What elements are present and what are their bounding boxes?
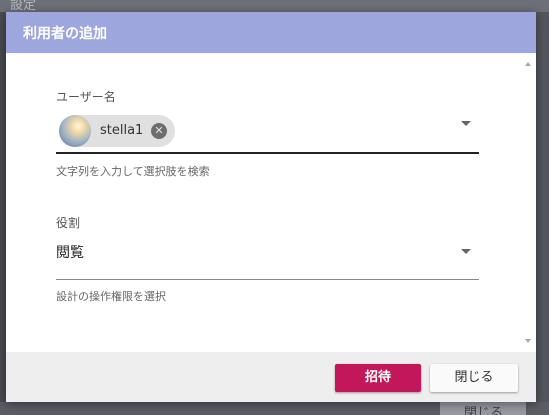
role-select-underline [56, 279, 479, 280]
background-header: 設定 [0, 0, 549, 12]
background-side [536, 12, 549, 402]
dialog-header: 利用者の追加 [6, 12, 536, 53]
avatar [59, 115, 91, 147]
user-chip[interactable]: stella1 ✕ [59, 115, 175, 147]
close-button[interactable]: 閉じる [430, 364, 518, 392]
scroll-down-arrow-icon[interactable] [525, 339, 531, 343]
background-close-label: 閉じる [464, 406, 504, 415]
username-hint: 文字列を入力して選択肢を検索 [56, 165, 210, 178]
scroll-up-arrow-icon[interactable] [525, 62, 531, 66]
add-user-dialog: 利用者の追加 ユーザー名 stella1 ✕ 文字列を入力して選択肢を検索 役割… [6, 12, 536, 402]
dialog-title: 利用者の追加 [23, 26, 107, 42]
dialog-footer: 招待 閉じる [6, 352, 536, 402]
dialog-scrollbar[interactable] [522, 53, 536, 352]
username-label: ユーザー名 [56, 90, 116, 104]
role-label: 役割 [56, 216, 81, 230]
invite-button[interactable]: 招待 [335, 364, 421, 392]
role-caret-down-icon[interactable] [461, 249, 471, 254]
user-chip-label: stella1 [100, 123, 144, 138]
username-input[interactable] [56, 152, 479, 154]
background-title: 設定 [10, 0, 37, 12]
username-caret-down-icon[interactable] [461, 121, 471, 126]
close-circle-icon[interactable]: ✕ [151, 123, 167, 139]
role-select[interactable]: 閲覧 [56, 242, 84, 262]
role-hint: 設計の操作権限を選択 [56, 290, 166, 303]
dialog-body: ユーザー名 stella1 ✕ 文字列を入力して選択肢を検索 役割 閲覧 設計の… [6, 53, 536, 352]
